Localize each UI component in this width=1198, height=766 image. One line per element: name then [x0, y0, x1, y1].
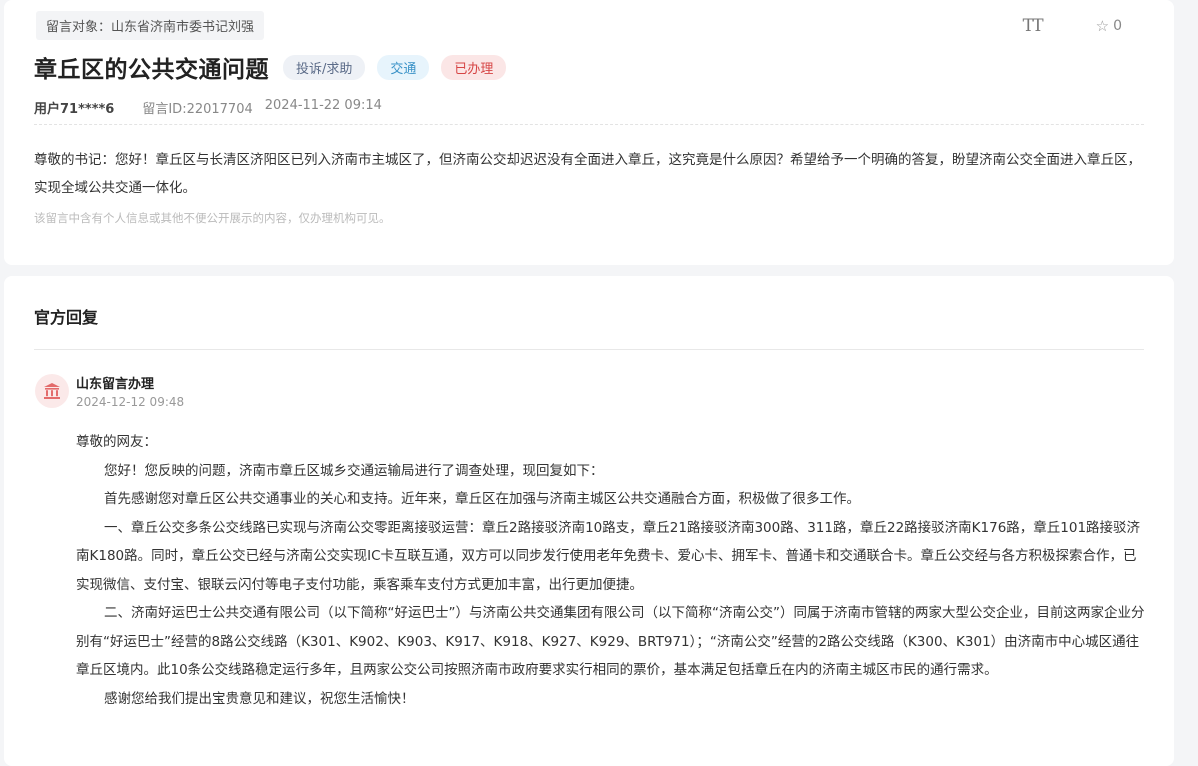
divider	[34, 124, 1144, 125]
message-target: 留言对象：山东省济南市委书记刘强	[36, 11, 265, 40]
font-size-icon[interactable]: TT	[1023, 16, 1044, 36]
reply-date: 2024-12-12 09:48	[76, 395, 185, 409]
message-user: 用户71****6	[34, 102, 115, 117]
star-icon: ☆	[1095, 17, 1110, 35]
message-meta: 用户71****6 留言ID:22017704 2024-11-22 09:14	[34, 98, 382, 117]
message-datetime: 2024-11-22 09:14	[264, 98, 382, 113]
reply-paragraph: 二、济南好运巴士公共交通有限公司（以下简称“好运巴士”）与济南公共交通集团有限公…	[76, 605, 1145, 678]
privacy-note: 该留言中含有个人信息或其他不便公开展示的内容，仅办理机构可见。	[34, 211, 391, 225]
reply-body: 尊敬的网友： 您好！您反映的问题，济南市章丘区城乡交通运输局进行了调查处理，现回…	[76, 428, 1146, 713]
message-id: 留言ID:22017704	[142, 102, 253, 117]
reply-greeting: 尊敬的网友：	[76, 434, 157, 450]
reply-closing: 感谢您给我们提出宝贵意见和建议，祝您生活愉快！	[104, 690, 415, 707]
tag-type: 投诉/求助	[283, 54, 366, 80]
tag-category: 交通	[377, 54, 430, 80]
message-body: 尊敬的书记：您好！章丘区与长清区济阳区已列入济南市主城区了，但济南公交却迟迟没有…	[34, 152, 1141, 196]
reply-paragraph: 首先感谢您对章丘区公共交通事业的关心和支持。近年来，章丘区在加强与济南主城区公共…	[104, 491, 860, 507]
favorite-button[interactable]: ☆ 0	[1096, 17, 1122, 35]
title-row: 章丘区的公共交通问题 投诉/求助 交通 已办理	[34, 50, 518, 84]
avatar	[35, 374, 69, 408]
reply-card: 官方回复 山东留言办理 2024-12-12 09:48 尊敬的网友： 您好！您…	[4, 276, 1174, 766]
reply-section-title: 官方回复	[34, 308, 99, 327]
message-card: 留言对象：山东省济南市委书记刘强 TT ☆ 0 章丘区的公共交通问题 投诉/求助…	[4, 0, 1174, 265]
reply-paragraph: 一、章丘公交多条公交线路已实现与济南公交零距离接驳运营：章丘2路接驳济南10路支…	[76, 519, 1141, 593]
toolbar: TT ☆ 0	[1023, 16, 1122, 36]
reply-org-name: 山东留言办理	[76, 377, 155, 392]
favorite-count: 0	[1113, 18, 1122, 34]
government-building-icon	[44, 383, 60, 399]
reply-paragraph: 您好！您反映的问题，济南市章丘区城乡交通运输局进行了调查处理，现回复如下：	[104, 462, 604, 479]
message-title: 章丘区的公共交通问题	[34, 57, 269, 83]
divider	[34, 349, 1144, 350]
tag-status: 已办理	[441, 54, 507, 80]
